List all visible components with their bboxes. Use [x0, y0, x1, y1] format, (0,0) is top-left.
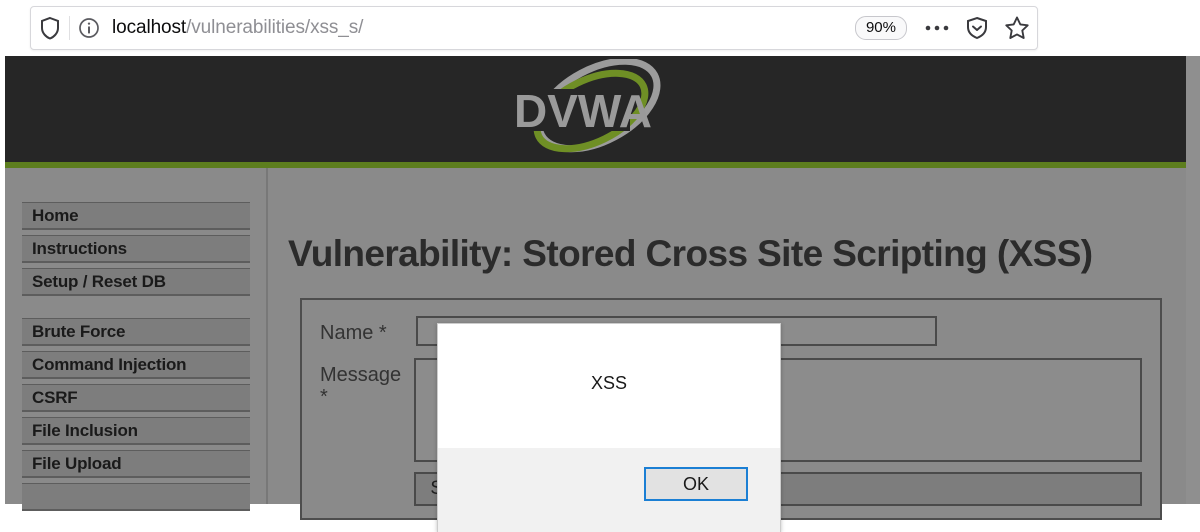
sidebar-item-instructions[interactable]: Instructions [22, 235, 250, 263]
sidebar-item-file-upload[interactable]: File Upload [22, 450, 250, 478]
sidebar-item-csrf[interactable]: CSRF [22, 384, 250, 412]
info-circle-icon[interactable] [70, 7, 108, 49]
sidebar-group-spacer [22, 301, 250, 318]
sidebar-item-home[interactable]: Home [22, 202, 250, 230]
dvwa-logo-text: DVWA [514, 85, 652, 137]
page-title: Vulnerability: Stored Cross Site Scripti… [288, 233, 1093, 274]
name-label: Name * [320, 322, 387, 344]
url-host: localhost [112, 17, 187, 38]
sidebar-item-brute-force[interactable]: Brute Force [22, 318, 250, 346]
tracking-protection-shield-icon[interactable] [957, 7, 997, 49]
javascript-alert-dialog: XSS OK [437, 323, 781, 532]
url-path: /vulnerabilities/xss_s/ [186, 17, 364, 38]
url-text[interactable]: localhost/vulnerabilities/xss_s/ [108, 17, 855, 39]
submit-spacer [320, 472, 414, 478]
star-bookmark-icon[interactable] [997, 7, 1037, 49]
dialog-footer: OK [438, 448, 780, 532]
message-label: Message * [320, 364, 402, 408]
dialog-body: XSS [438, 324, 780, 448]
sidebar-item-command-injection[interactable]: Command Injection [22, 351, 250, 379]
sidebar-divider [266, 168, 268, 504]
dialog-message: XSS [590, 372, 628, 393]
browser-toolbar: localhost/vulnerabilities/xss_s/ 90% [0, 0, 1200, 56]
sidebar-item-next-partial[interactable] [22, 483, 250, 511]
main-content: Vulnerability: Stored Cross Site Scripti… [288, 168, 1168, 275]
sidebar-item-setup-reset-db[interactable]: Setup / Reset DB [22, 268, 250, 296]
address-bar[interactable]: localhost/vulnerabilities/xss_s/ 90% [30, 6, 1038, 50]
ellipsis-menu-icon[interactable] [917, 7, 957, 49]
page-right-margin [1186, 56, 1200, 504]
site-header: DVWA [5, 56, 1186, 162]
sidebar-nav: Home Instructions Setup / Reset DB Brute… [22, 202, 250, 516]
dvwa-logo: DVWA [509, 59, 660, 153]
sidebar-item-file-inclusion[interactable]: File Inclusion [22, 417, 250, 445]
shield-icon[interactable] [31, 7, 69, 49]
dialog-ok-button[interactable]: OK [644, 467, 748, 501]
zoom-level-badge[interactable]: 90% [854, 16, 907, 40]
